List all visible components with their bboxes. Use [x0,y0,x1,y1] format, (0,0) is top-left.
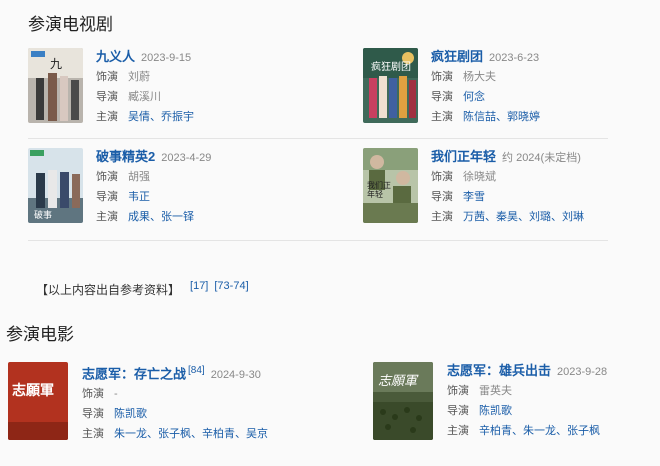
role-value: 刘蔚 [128,71,150,83]
director-label: 导演 [96,91,118,103]
role-value: - [114,388,118,401]
tv-card: 破事 破事精英2 2023-4-29 饰演 胡强 导演 韦正 主演 成果、张一铎 [28,148,298,228]
movie-section-title: 参演电影 [6,325,74,344]
svg-text:疯狂剧团: 疯狂剧团 [371,60,411,73]
movie-title-link[interactable]: 志愿军：雄兵出击 [447,363,551,378]
cast-link[interactable]: 郭晓婷 [507,111,540,123]
reference-link[interactable]: [17] [190,280,208,292]
reference-link[interactable]: [73-74] [214,280,248,292]
note-text: 【以上内容出自参考资料】 [36,283,181,297]
director-label: 导演 [431,191,453,203]
role-label: 饰演 [431,171,453,183]
poster-image[interactable]: 志願軍 [8,362,68,440]
director-link[interactable]: 何念 [463,91,485,103]
release-date: 2023-9-28 [557,366,608,378]
svg-text:九: 九 [50,57,62,71]
release-date: 约 2024(未定档) [502,152,581,164]
cast-link[interactable]: 朱一龙 [114,428,147,440]
tv-section-title: 参演电视剧 [28,15,113,34]
tv-title-link[interactable]: 我们正年轻 [431,149,496,164]
cast-link[interactable]: 张一铎 [161,211,194,223]
poster-image[interactable]: 志願軍 [373,362,433,440]
cast-label: 主演 [96,111,118,123]
poster-caption: 我们正年轻 [367,181,391,199]
tv-title-link[interactable]: 九义人 [96,49,135,64]
cast-label: 主演 [431,211,453,223]
role-value: 杨大夫 [463,71,496,83]
cast-link[interactable]: 朱一龙 [523,425,556,437]
tv-card: 我们正年轻 我们正年轻约 2024(未定档) 饰演 徐晓斌 导演 李雪 主演 万茜、秦… [363,148,633,228]
cast-label: 主演 [96,211,118,223]
director-label: 导演 [82,408,104,421]
filmography-page: 参演电视剧 九 九义人 2023-9-15 饰演 刘蔚 导演 臧溪川 主演 吴倩、乔振宇 [0,0,660,466]
director-label: 导演 [96,191,118,203]
director-value: 臧溪川 [128,91,161,103]
director-link[interactable]: 陈凯歌 [114,408,147,420]
tv-card: 疯狂剧团 疯狂剧团 2023-6-23 饰演 杨大夫 导演 何念 主演 陈信喆、郭晓婷 [363,48,633,128]
tv-title-link[interactable]: 疯狂剧团 [431,49,483,64]
cast-link[interactable]: 成果 [128,211,150,223]
movie-card: 志願軍 志愿军：雄兵出击 2023-9-28 饰演 雷英夫 导演 陈凯歌 主演 辛柏青、… [373,362,643,442]
release-date: 2023-6-23 [489,52,540,64]
role-label: 饰演 [96,71,118,83]
svg-text:破事: 破事 [34,209,52,221]
release-date: 2023-9-15 [141,52,192,64]
cast-label: 主演 [447,425,469,437]
poster-image[interactable]: 我们正年轻 [363,148,418,223]
reference-link[interactable]: [84] [188,365,205,376]
role-label: 饰演 [431,71,453,83]
director-link[interactable]: 陈凯歌 [479,405,512,417]
row-divider [28,138,608,139]
cast-link[interactable]: 乔振宇 [161,111,194,123]
role-value: 徐晓斌 [463,171,496,183]
poster-caption: 志願軍 [12,383,54,399]
cast-link[interactable]: 万茜 [463,211,485,223]
reference-note: 【以上内容出自参考资料】 [17] [73-74] [36,280,249,298]
cast-link[interactable]: 辛柏青 [479,425,512,437]
release-date: 2024-9-30 [210,369,261,382]
director-link[interactable]: 李雪 [463,191,485,203]
role-label: 饰演 [447,385,469,397]
cast-label: 主演 [82,428,104,441]
role-value: 雷英夫 [479,385,512,397]
role-label: 饰演 [96,171,118,183]
cast-link[interactable]: 辛柏青 [202,428,235,440]
row-divider [28,240,608,241]
poster-image[interactable]: 破事 [28,148,83,223]
director-label: 导演 [447,405,469,417]
poster-image[interactable]: 疯狂剧团 [363,48,418,123]
tv-card: 九 九义人 2023-9-15 饰演 刘蔚 导演 臧溪川 主演 吴倩、乔振宇 [28,48,298,128]
cast-link[interactable]: 秦昊 [496,211,518,223]
role-label: 饰演 [82,388,104,401]
cast-link[interactable]: 刘璐 [529,211,551,223]
poster-caption: 志願軍 [378,374,418,389]
cast-label: 主演 [431,111,453,123]
release-date: 2023-4-29 [161,152,212,164]
movie-card: 志願軍 志愿军：存亡之战 [84] 2024-9-30 饰演 - 导演 陈凯歌 主演 朱一… [8,362,308,442]
tv-title-link[interactable]: 破事精英2 [96,149,155,164]
role-value: 胡强 [128,171,150,183]
cast-link[interactable]: 张子枫 [567,425,600,437]
cast-link[interactable]: 吴京 [246,428,268,440]
poster-image[interactable]: 九 [28,48,83,123]
movie-title-link[interactable]: 志愿军：存亡之战 [82,366,186,381]
director-label: 导演 [431,91,453,103]
cast-link[interactable]: 刘琳 [562,211,584,223]
cast-link[interactable]: 吴倩 [128,111,150,123]
cast-link[interactable]: 张子枫 [158,428,191,440]
cast-link[interactable]: 陈信喆 [463,111,496,123]
director-link[interactable]: 韦正 [128,191,150,203]
